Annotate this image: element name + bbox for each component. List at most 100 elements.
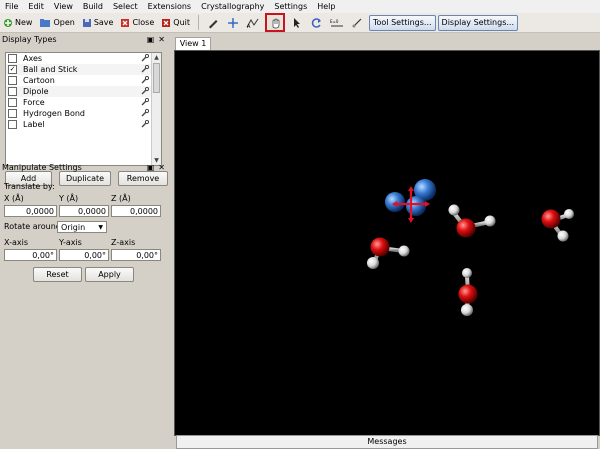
checkbox[interactable] [8,87,17,96]
atom[interactable] [484,215,496,227]
list-item[interactable]: Label [6,119,161,130]
y-translate-field[interactable]: 0,0000 [59,205,109,217]
menu-build[interactable]: Build [78,0,108,13]
list-item-label: Dipole [23,87,49,96]
new-label: New [15,18,33,27]
menu-select[interactable]: Select [108,0,143,13]
water-molecule[interactable] [448,204,496,238]
tool-settings-button[interactable]: Tool Settings... [369,14,436,31]
atom[interactable] [557,230,569,242]
translate-by-label: Translate by: [4,182,55,191]
open-label: Open [53,18,75,27]
checkbox[interactable] [8,54,17,63]
navigate-tool-icon[interactable] [225,15,241,31]
close-icon[interactable]: ✕ [158,163,165,172]
toolbar-separator [198,15,199,30]
list-item[interactable]: ✓ Ball and Stick [6,64,161,75]
rotate-around-label: Rotate around: [4,222,64,231]
atom[interactable] [448,204,460,216]
view-area: View 1 Messages [174,37,600,449]
atom[interactable] [461,304,473,316]
wrench-icon[interactable] [141,64,150,75]
autooptimize-tool-icon[interactable]: E=0 [329,15,345,31]
water-molecule[interactable] [367,237,410,270]
wrench-icon[interactable] [141,75,150,86]
water-molecule[interactable] [458,268,478,316]
rotate-tool-icon[interactable] [309,15,325,31]
checkbox[interactable] [8,109,17,118]
measure-tool-icon[interactable]: A [245,15,261,31]
save-button[interactable]: Save [79,15,117,31]
menu-file[interactable]: File [0,0,23,13]
list-item-label: Label [23,120,45,129]
atom[interactable] [462,268,472,278]
reset-button[interactable]: Reset [33,267,82,282]
display-types-title-bar: Display Types ▣ ✕ [0,33,168,46]
atom[interactable] [370,237,390,257]
checkbox[interactable] [8,98,17,107]
atom[interactable] [456,218,476,238]
atom[interactable] [398,245,410,257]
apply-button[interactable]: Apply [85,267,134,282]
menu-crystallography[interactable]: Crystallography [196,0,269,13]
molecule-canvas[interactable] [174,50,600,436]
list-item[interactable]: Force [6,97,161,108]
menu-extensions[interactable]: Extensions [143,0,196,13]
main-toolbar: New Open Save Close Quit A E=0 Tool Sett… [0,13,600,33]
tab-view-1[interactable]: View 1 [175,37,211,50]
draw-tool-icon[interactable] [205,15,221,31]
close-icon[interactable]: ✕ [158,35,165,44]
list-item-label: Cartoon [23,76,55,85]
list-item[interactable]: Hydrogen Bond [6,108,161,119]
display-settings-button[interactable]: Display Settings... [437,14,519,31]
select-tool-icon[interactable] [289,15,305,31]
open-button[interactable]: Open [36,15,77,31]
y-axis-field[interactable]: 0,00° [59,249,109,261]
molecule-scene[interactable] [175,51,599,435]
rotate-around-select[interactable]: Origin ▼ [57,221,107,233]
z-axis-field[interactable]: 0,00° [111,249,161,261]
molecule-selected[interactable] [385,179,436,223]
atom[interactable] [367,257,379,269]
menu-view[interactable]: View [49,0,78,13]
wrench-icon[interactable] [141,119,150,130]
manipulate-tool-icon[interactable] [265,13,285,32]
scroll-thumb[interactable] [153,63,160,93]
menu-help[interactable]: Help [312,0,340,13]
atom[interactable] [385,192,405,212]
atom[interactable] [458,284,478,304]
wrench-icon[interactable] [141,108,150,119]
atom[interactable] [541,209,561,229]
checkbox[interactable] [8,120,17,129]
x-translate-field[interactable]: 0,0000 [4,205,57,217]
z-translate-field[interactable]: 0,0000 [111,205,161,217]
close-button[interactable]: Close [117,15,157,31]
checkbox[interactable]: ✓ [8,65,17,74]
quit-button[interactable]: Quit [158,15,193,31]
manipulate-settings-title-bar: Manipulate Settings ▣ ✕ [0,161,168,174]
list-item[interactable]: Cartoon [6,75,161,86]
menu-settings[interactable]: Settings [269,0,312,13]
wrench-icon[interactable] [141,86,150,97]
y-translate-label: Y (Å) [59,194,79,203]
chevron-down-icon: ▼ [98,224,103,231]
new-button[interactable]: New [0,15,35,31]
atom[interactable] [564,209,574,219]
list-item[interactable]: Dipole [6,86,161,97]
float-icon[interactable]: ▣ [147,35,155,44]
display-types-list[interactable]: Axes ✓ Ball and Stick Cartoon Dipole Force Hyd… [5,52,162,166]
list-item[interactable]: Axes [6,53,161,64]
water-molecule[interactable] [541,209,575,242]
menu-edit[interactable]: Edit [23,0,49,13]
checkbox[interactable] [8,76,17,85]
bond-centric-tool-icon[interactable] [349,15,365,31]
z-axis-label: Z-axis [111,238,136,247]
wrench-icon[interactable] [141,53,150,64]
atom[interactable] [406,196,426,216]
wrench-icon[interactable] [141,97,150,108]
display-types-scrollbar[interactable]: ▲ ▼ [151,53,161,165]
scroll-up-icon[interactable]: ▲ [152,53,161,62]
x-axis-field[interactable]: 0,00° [4,249,57,261]
y-axis-label: Y-axis [59,238,82,247]
float-icon[interactable]: ▣ [147,163,155,172]
